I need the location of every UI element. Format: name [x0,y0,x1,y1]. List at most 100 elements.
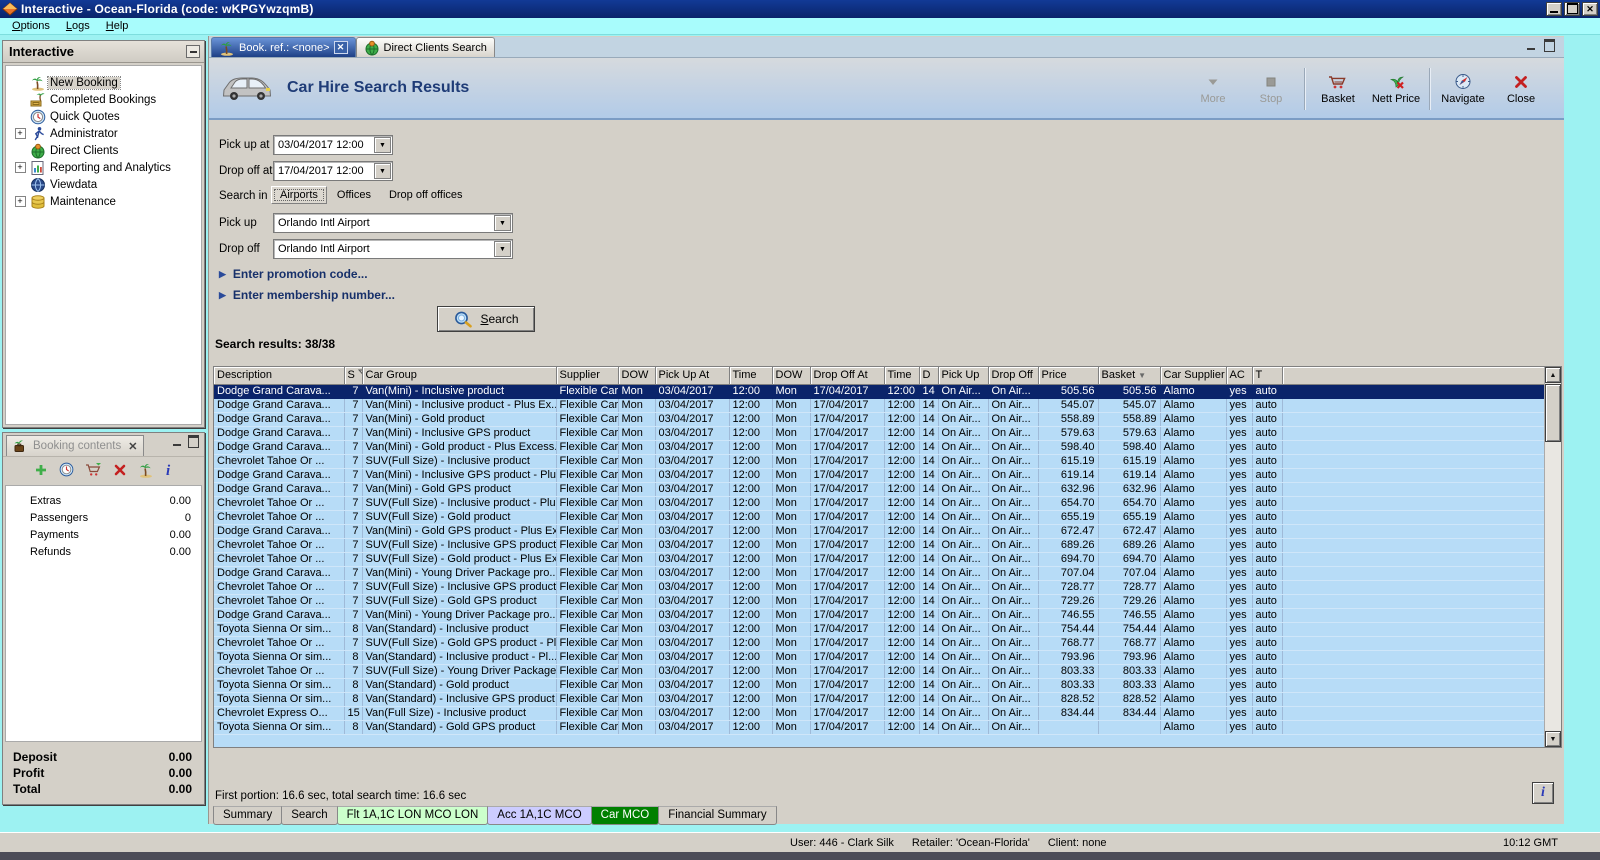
palm-tree-icon[interactable] [138,462,154,478]
column-header-pick-up-at[interactable]: Pick Up At [655,367,729,384]
column-header-car-group[interactable]: Car Group [362,367,556,384]
table-row[interactable]: Toyota Sienna Or sim...8Van(Standard) - … [214,650,1546,664]
column-header-dow[interactable]: DOW [618,367,655,384]
table-row[interactable]: Dodge Grand Carava...7Van(Mini) - Young … [214,608,1546,622]
bottom-tab-car-mco[interactable]: Car MCO [591,806,660,825]
column-header-car-supplier[interactable]: Car Supplier [1160,367,1226,384]
bottom-tab-search[interactable]: Search [281,806,337,825]
column-header-time[interactable]: Time [884,367,919,384]
search-in-option-airports[interactable]: Airports [271,186,327,204]
window-maximize-button[interactable] [1564,2,1580,16]
expand-icon[interactable]: + [12,196,28,207]
chevron-down-icon[interactable]: ▼ [374,137,391,153]
column-header-s[interactable]: S [344,367,362,384]
booking-contents-tab[interactable]: Booking contents ✕ [6,435,144,456]
basket-button[interactable]: Basket [1309,66,1367,112]
expand-icon[interactable]: + [12,162,28,173]
column-header-d[interactable]: D [919,367,938,384]
pickup-at-field[interactable]: 03/04/2017 12:00 ▼ [273,135,393,155]
table-row[interactable]: Dodge Grand Carava...7Van(Mini) - Inclus… [214,398,1546,412]
window-minimize-button[interactable] [1546,2,1562,16]
scroll-up-icon[interactable]: ▲ [1545,367,1561,383]
table-row[interactable]: Chevrolet Tahoe Or ...7SUV(Full Size) - … [214,636,1546,650]
column-header-dow[interactable]: DOW [772,367,810,384]
column-header-description[interactable]: Description [214,367,344,384]
table-row[interactable]: Toyota Sienna Or sim...8Van(Standard) - … [214,692,1546,706]
plus-icon[interactable]: + [15,128,26,139]
menu-help[interactable]: Help [98,19,137,33]
scrollbar-thumb[interactable] [1545,384,1561,442]
table-row[interactable]: Chevrolet Tahoe Or ...7SUV(Full Size) - … [214,538,1546,552]
table-row[interactable]: Dodge Grand Carava...7Van(Mini) - Young … [214,566,1546,580]
table-row[interactable]: Chevrolet Express O...15Van(Full Size) -… [214,706,1546,720]
column-header-time[interactable]: Time [729,367,772,384]
nett-price-button[interactable]: Nett Price [1367,66,1425,112]
add-icon[interactable] [34,463,48,477]
tab-close-icon[interactable]: ✕ [334,41,348,54]
pickup-location-field[interactable]: Orlando Intl Airport ▼ [273,213,513,233]
column-header-pick-up[interactable]: Pick Up [938,367,988,384]
table-row[interactable]: Chevrolet Tahoe Or ...7SUV(Full Size) - … [214,454,1546,468]
sidebar-item-completed-bookings[interactable]: Completed Bookings [6,91,201,108]
expand-icon[interactable]: + [12,128,28,139]
chevron-down-icon[interactable]: ▼ [374,163,391,179]
table-row[interactable]: Dodge Grand Carava...7Van(Mini) - Gold G… [214,524,1546,538]
sidebar-item-administrator[interactable]: +Administrator [6,125,201,142]
sidebar-item-maintenance[interactable]: +Maintenance [6,193,201,210]
table-row[interactable]: Chevrolet Tahoe Or ...7SUV(Full Size) - … [214,594,1546,608]
close-icon[interactable]: ✕ [128,440,137,453]
maximize-icon[interactable] [187,436,200,448]
table-row[interactable]: Toyota Sienna Or sim...8Van(Standard) - … [214,720,1546,734]
sidebar-item-reporting-and-analytics[interactable]: +Reporting and Analytics [6,159,201,176]
search-in-option-drop-off-offices[interactable]: Drop off offices [381,187,471,203]
filter-icon[interactable] [358,369,362,382]
table-row[interactable]: Toyota Sienna Or sim...8Van(Standard) - … [214,622,1546,636]
clock-icon[interactable] [59,462,74,477]
table-row[interactable]: Dodge Grand Carava...7Van(Mini) - Inclus… [214,384,1546,398]
minimize-icon[interactable] [170,436,183,448]
bottom-tab-financial-summary[interactable]: Financial Summary [658,806,776,825]
dropoff-location-field[interactable]: Orlando Intl Airport ▼ [273,239,513,259]
tab-direct-clients-search[interactable]: Direct Clients Search [356,37,495,57]
plus-icon[interactable]: + [15,162,26,173]
table-row[interactable]: Dodge Grand Carava...7Van(Mini) - Gold p… [214,440,1546,454]
close-button[interactable]: Close [1492,66,1550,112]
search-button[interactable]: Search [437,306,535,332]
menu-options[interactable]: Options [4,19,58,33]
promotion-code-expander[interactable]: ▶ Enter promotion code... [219,267,368,281]
table-row[interactable]: Toyota Sienna Or sim...8Van(Standard) - … [214,678,1546,692]
column-header-price[interactable]: Price [1038,367,1098,384]
column-header-basket[interactable]: Basket▼ [1098,367,1160,384]
column-header-supplier[interactable]: Supplier [556,367,618,384]
dropoff-at-field[interactable]: 17/04/2017 12:00 ▼ [273,161,393,181]
vertical-scrollbar[interactable]: ▲ ▼ [1544,367,1561,747]
table-row[interactable]: Chevrolet Tahoe Or ...7SUV(Full Size) - … [214,510,1546,524]
table-row[interactable]: Chevrolet Tahoe Or ...7SUV(Full Size) - … [214,552,1546,566]
collapse-panel-button[interactable] [186,45,200,58]
window-close-button[interactable]: ✕ [1582,2,1598,16]
search-in-option-offices[interactable]: Offices [329,187,379,203]
tab-booking-ref[interactable]: Book. ref.: <none> ✕ [211,37,356,57]
table-row[interactable]: Dodge Grand Carava...7Van(Mini) - Gold p… [214,412,1546,426]
table-row[interactable]: Chevrolet Tahoe Or ...7SUV(Full Size) - … [214,496,1546,510]
membership-number-expander[interactable]: ▶ Enter membership number... [219,288,395,302]
navigate-button[interactable]: Navigate [1434,66,1492,112]
bottom-tab-summary[interactable]: Summary [213,806,282,825]
scroll-down-icon[interactable]: ▼ [1545,731,1561,747]
sidebar-item-new-booking[interactable]: New Booking [6,74,201,91]
delete-icon[interactable] [113,463,127,477]
sidebar-item-quick-quotes[interactable]: Quick Quotes [6,108,201,125]
column-header-ac[interactable]: AC [1226,367,1252,384]
info-icon[interactable]: i [165,462,174,477]
bottom-tab-acc-1a-1c-mco[interactable]: Acc 1A,1C MCO [487,806,591,825]
table-row[interactable]: Dodge Grand Carava...7Van(Mini) - Inclus… [214,426,1546,440]
pane-restore-icon[interactable] [1543,40,1556,52]
sidebar-item-direct-clients[interactable]: Direct Clients [6,142,201,159]
pane-minimize-icon[interactable] [1524,40,1537,52]
column-header-drop-off[interactable]: Drop Off [988,367,1038,384]
bottom-tab-flt-1a-1c-lon-mco-lon[interactable]: Flt 1A,1C LON MCO LON [337,806,489,825]
column-header-drop-off-at[interactable]: Drop Off At [810,367,884,384]
sidebar-item-viewdata[interactable]: Viewdata [6,176,201,193]
table-row[interactable]: Chevrolet Tahoe Or ...7SUV(Full Size) - … [214,664,1546,678]
chevron-down-icon[interactable]: ▼ [494,241,511,257]
